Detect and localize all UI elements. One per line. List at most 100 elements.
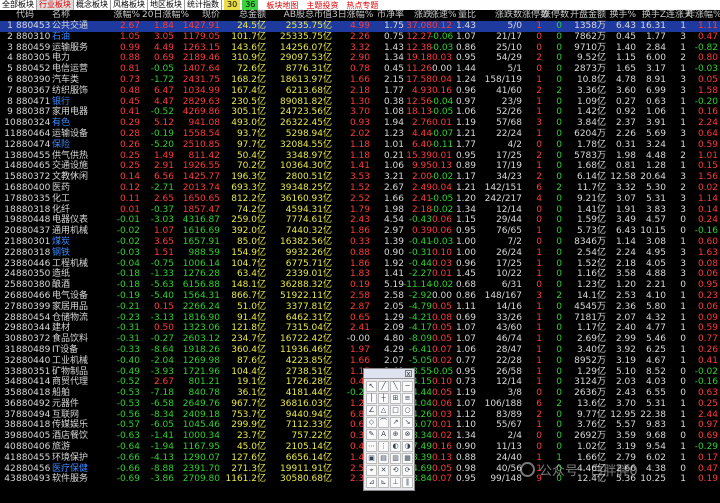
table-row[interactable]: 38 880418 传媒娱乐 -0.57 -6.05 1045.46 299.9亿 7112.… [0, 420, 720, 431]
table-row[interactable]: 2 880310 石油 1.05 3.05 1179.05 101.7亿 25335.75亿 2… [0, 32, 720, 43]
table-row[interactable]: 25 880380 酿酒 -0.18 -5.63 6156.88 148.1亿 36288.3… [0, 280, 720, 291]
column-header[interactable]: 涨跌数 [478, 10, 522, 21]
table-row[interactable]: 3 880459 运输服务 0.99 4.49 1263.15 143.6亿 14256.07… [0, 43, 720, 54]
drawing-tool-icon[interactable]: ⊞ [390, 393, 401, 404]
table-row[interactable]: 36 880492 元器件 -0.53 -6.58 2649.76 967.7亿 36816.… [0, 399, 720, 410]
table-row[interactable]: 37 880494 互联网 -0.56 -8.34 2409.18 753.7亿 9440.9… [0, 410, 720, 421]
table-row[interactable]: 5 880452 电信运营 0.81 -0.05 1407.64 72.6亿 8776.31亿… [0, 64, 720, 75]
column-header[interactable]: 昨涨幅% [686, 10, 720, 21]
drawing-tool-icon[interactable]: ⊕ [390, 429, 401, 440]
table-row[interactable]: 6 880390 汽车类 0.73 -1.72 2431.75 168.2亿 18613.97… [0, 75, 720, 86]
table-row[interactable]: 21 880301 煤炭 -0.02 3.65 1657.91 85.0亿 16382.56亿… [0, 237, 720, 248]
table-row[interactable]: 16 880400 医药 0.12 -2.71 2013.74 693.3亿 39348.25… [0, 183, 720, 194]
tab-3[interactable]: 风格板块 [111, 0, 148, 10]
drawing-tool-icon[interactable]: ∠ [366, 405, 377, 416]
table-row[interactable]: 8 880471 银行 0.45 4.47 2829.63 230.5亿 89081.82亿 1… [0, 97, 720, 108]
table-row[interactable]: 20 880437 通用机械 -0.02 1.07 1616.69 392.0亿 7440.3… [0, 226, 720, 237]
column-header[interactable]: 总金额 [222, 10, 266, 21]
drawing-tool-icon[interactable]: ▥ [390, 453, 401, 464]
table-row[interactable]: 1 880453 公共交通 2.67 1.84 1427.91 24.5亿 2535.75亿 4… [0, 21, 720, 32]
drawing-tool-icon[interactable]: ⊗ [402, 429, 413, 440]
drawing-tool-icon[interactable]: ◐ [390, 441, 401, 452]
drawing-tool-icon[interactable]: ⊿ [366, 477, 377, 488]
drawing-tool-icon[interactable]: ∥ [402, 477, 413, 488]
table-row[interactable]: 23 880446 工程机械 -0.04 -0.75 1006.14 104.7亿 6775.… [0, 259, 720, 270]
drawing-tool-icon[interactable]: ─ [402, 381, 413, 392]
table-row[interactable]: 34 880414 商贸代理 -0.52 2.67 801.21 19.1亿 1726.28亿… [0, 377, 720, 388]
link-1[interactable]: 主题投资 [306, 0, 338, 11]
table-row[interactable]: 22 880318 钢铁 -0.03 1.51 988.59 154.9亿 9932.26亿 0… [0, 248, 720, 259]
drawing-tool-icon[interactable]: ◑ [402, 441, 413, 452]
drawing-tool-icon[interactable]: ○ [402, 405, 413, 416]
tab-0[interactable]: 全部板块 [0, 0, 37, 10]
table-row[interactable]: 4 880305 电力 0.88 0.69 2189.46 310.9亿 29097.53亿 2… [0, 53, 720, 64]
column-header[interactable]: 换手% [606, 10, 636, 21]
drawing-tool-icon[interactable]: ✎ [366, 429, 377, 440]
column-header[interactable]: 涨跌 [402, 10, 432, 21]
tab-4[interactable]: 地区板块 [148, 0, 185, 10]
column-header[interactable]: 涨速% [430, 10, 457, 21]
table-row[interactable]: 1 0 880324 有色 0.29 5.12 941.08 493.0亿 26322.45亿 0… [0, 118, 720, 129]
table-row[interactable]: 33 880351 矿物制品 -0.49 -3.93 1721.96 104.4亿 2738.… [0, 367, 720, 378]
column-header[interactable]: AB股总市值 [268, 10, 332, 21]
column-header[interactable]: 连涨天 [666, 10, 693, 21]
close-icon[interactable]: x [405, 370, 412, 378]
drawing-tool-icon[interactable]: ╲ [390, 381, 401, 392]
drawing-tool-icon[interactable]: ┼ [378, 393, 389, 404]
column-header[interactable]: 跌停数 [542, 10, 569, 21]
drawing-tool-icon[interactable]: ✕ [378, 465, 389, 476]
drawing-toolbar-window[interactable]: x ↖ ╱ ╲ ─ │ ┼ ⊞ ≡ ∠ △ □ ○ ◇ ⌒ ↗ ↘ ✎ A ⊕ ⊗ ⋯ ⋮ ◐ ◑ ▣ ▤ ▥ ▦ ⌖ ✕ ⟲ ⟳ ⊿ ⊾ ⊥ ∥ [363, 368, 415, 491]
drawing-tool-icon[interactable]: ⌒ [378, 417, 389, 428]
drawing-tool-icon[interactable]: ⋮ [378, 441, 389, 452]
column-header[interactable]: 涨幅% [112, 10, 140, 21]
drawing-tool-icon[interactable]: │ [366, 393, 377, 404]
table-row[interactable]: 17 880335 化工 0.11 2.65 1650.65 812.2亿 36160.93亿… [0, 194, 720, 205]
drawing-tool-icon[interactable]: ╱ [378, 381, 389, 392]
drawing-tool-icon[interactable]: △ [378, 405, 389, 416]
table-row[interactable]: 39 880405 酒店餐饮 -0.63 -1.41 1000.34 23.7亿 757.22… [0, 431, 720, 442]
drawing-toolbar-titlebar[interactable]: x [364, 369, 414, 379]
table-row[interactable]: 9 880387 家用电器 0.41 -0.52 4269.86 305.1亿 24723.5… [0, 107, 720, 118]
column-header[interactable]: 换手Z [636, 10, 666, 21]
drawing-tool-icon[interactable]: ⊾ [378, 477, 389, 488]
column-header[interactable]: 开盘金额 [562, 10, 606, 21]
drawing-tool-icon[interactable]: A [378, 429, 389, 440]
table-row[interactable]: 32 880440 工业机械 -0.40 -2.04 1269.98 87.6亿 4223.8… [0, 356, 720, 367]
table-row[interactable]: 29 880344 建材 -0.31 0.50 1323.06 121.8亿 7315.04亿… [0, 323, 720, 334]
link-2[interactable]: 热点专题 [346, 0, 378, 11]
table-row[interactable]: 18 880318 化纤 0.01 -0.37 1857.47 74.2亿 4594.31亿 1… [0, 205, 720, 216]
table-row[interactable]: 35 880418 船舶 -0.53 -7.18 840.78 36.1亿 4181.44亿 -… [0, 388, 720, 399]
table-row[interactable]: 15 880372 文教休闲 0.14 6.56 1425.77 196.3亿 2800.51… [0, 172, 720, 183]
drawing-tool-icon[interactable]: ↗ [390, 417, 401, 428]
table-row[interactable]: 24 880350 造纸 -0.18 -1.33 1276.28 63.4亿 2339.01亿… [0, 269, 720, 280]
column-header[interactable]: 名称 [52, 10, 112, 21]
table-row[interactable]: 28 880454 仓储物流 -0.23 -3.13 1816.90 91.4亿 6462.3… [0, 313, 720, 324]
drawing-tool-icon[interactable]: ⋯ [366, 441, 377, 452]
table-row[interactable]: 27 880399 家居用品 -0.21 0.15 2266.24 51.0亿 3377.81… [0, 302, 720, 313]
column-header[interactable]: 现价 [178, 10, 220, 21]
tab-5[interactable]: 统计指数 [185, 0, 222, 10]
drawing-tool-icon[interactable]: □ [390, 405, 401, 416]
drawing-tool-icon[interactable]: ▣ [366, 453, 377, 464]
drawing-tool-icon[interactable]: ↖ [366, 381, 377, 392]
column-header[interactable]: 20日涨幅% [142, 10, 189, 21]
drawing-tool-icon[interactable]: ▦ [402, 453, 413, 464]
table-row[interactable]: 11 880464 运输设备 0.28 -0.19 1558.54 93.7亿 5298.94… [0, 129, 720, 140]
drawing-tool-icon[interactable]: ↘ [402, 417, 413, 428]
table-row[interactable]: 12 880474 保险 0.26 -5.20 2510.85 97.7亿 32084.55亿… [0, 140, 720, 151]
drawing-tool-icon[interactable]: ⊥ [390, 477, 401, 488]
tab-2[interactable]: 概念板块 [74, 0, 111, 10]
table-row[interactable]: 19 880448 电器仪表 -0.01 -3.03 4316.87 259.0亿 7774.… [0, 215, 720, 226]
table-row[interactable]: 26 880466 电气设备 -0.19 -5.40 1564.31 866.7亿 51922… [0, 291, 720, 302]
table-row[interactable]: 14 880465 交通设施 0.25 2.91 1926.55 70.2亿 10364.30… [0, 161, 720, 172]
table-row[interactable]: 13 880455 供气供热 0.25 1.49 811.42 50.4亿 3348.97亿 1… [0, 151, 720, 162]
column-header[interactable]: 3日涨幅% [332, 10, 373, 21]
drawing-tool-icon[interactable]: ≡ [402, 393, 413, 404]
tab-1[interactable]: 行业板块 [37, 0, 74, 10]
link-0[interactable]: 板块地图 [266, 0, 298, 11]
table-row[interactable]: 30 880372 食品饮料 -0.31 -0.27 2603.12 234.7亿 16722… [0, 334, 720, 345]
drawing-tool-icon[interactable]: ▤ [378, 453, 389, 464]
drawing-tool-icon[interactable]: ⟳ [402, 465, 413, 476]
drawing-tool-icon[interactable]: ⟲ [390, 465, 401, 476]
table-row[interactable]: 40 880406 旅游 -0.64 -1.94 1167.95 45.0亿 2105.14亿… [0, 442, 720, 453]
